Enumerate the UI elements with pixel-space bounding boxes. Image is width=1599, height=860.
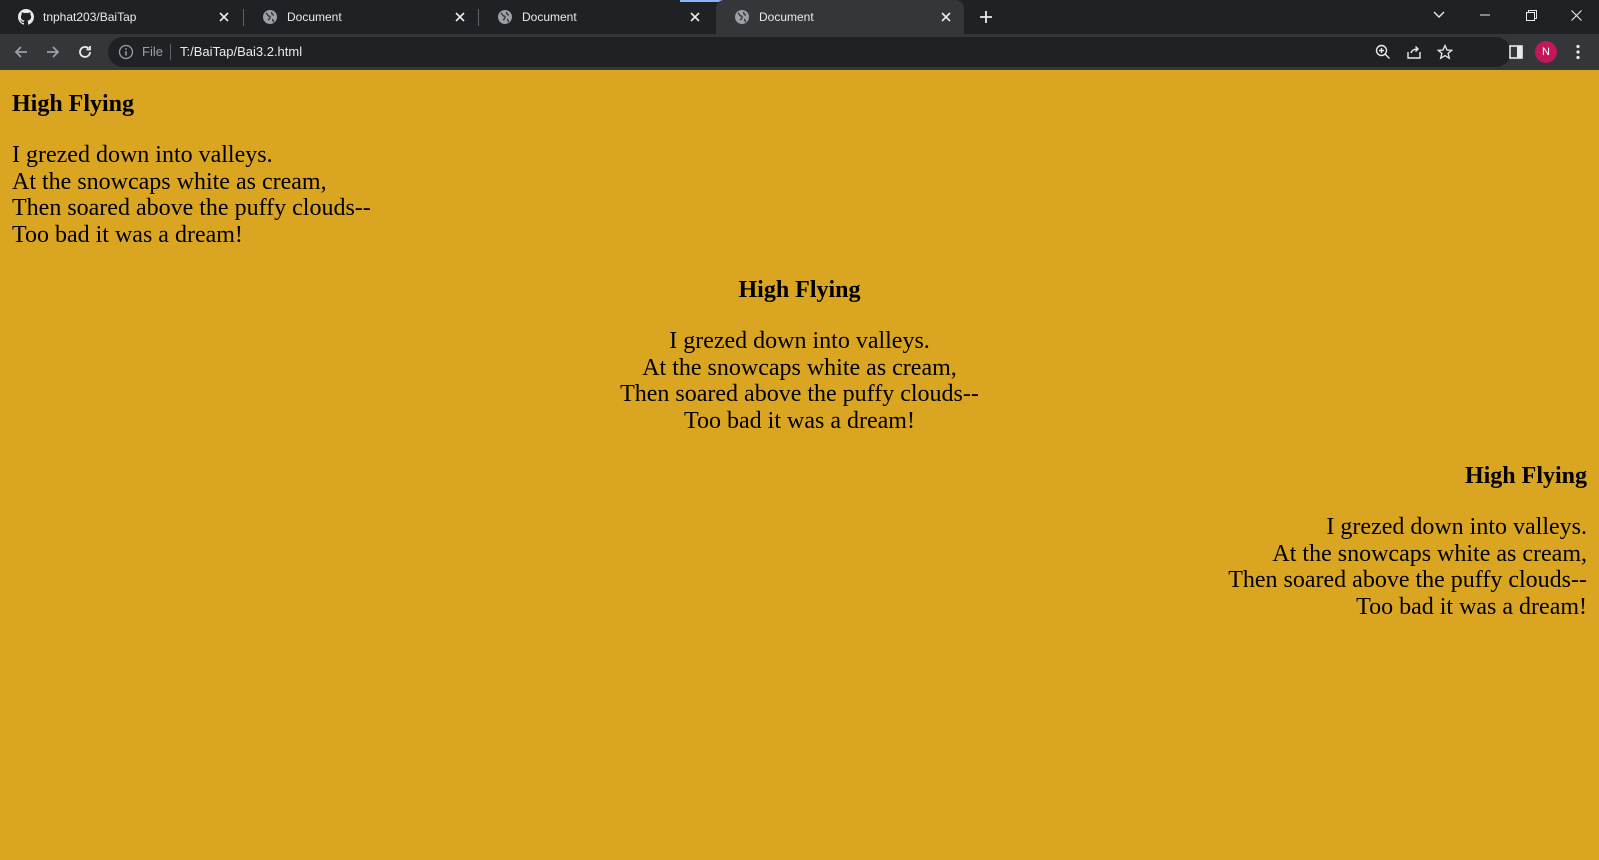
divider: [170, 44, 171, 60]
close-window-icon[interactable]: [1553, 0, 1599, 30]
tab-github[interactable]: tnphat203/BaiTap: [0, 0, 242, 34]
reload-icon[interactable]: [75, 42, 95, 62]
tab-document-2[interactable]: Document: [479, 0, 713, 34]
poem-title: High Flying: [12, 91, 135, 117]
globe-icon: [262, 9, 278, 25]
more-menu-icon[interactable]: [1568, 42, 1588, 62]
browser-toolbar: File T:/BaiTap/Bai3.2.html N: [0, 34, 1599, 70]
poem-title: High Flying: [738, 277, 861, 303]
poem-line: I grezed down into valleys.: [1326, 514, 1587, 540]
poem-lines: I grezed down into valleys. At the snowc…: [12, 142, 1587, 248]
globe-icon: [734, 9, 750, 25]
poem-line: Too bad it was a dream!: [12, 221, 243, 248]
back-arrow-icon[interactable]: [11, 42, 31, 62]
page-content: High Flying I grezed down into valleys. …: [0, 70, 1599, 860]
poem-line: I grezed down into valleys.: [669, 328, 930, 354]
globe-icon: [497, 9, 513, 25]
url-text[interactable]: T:/BaiTap/Bai3.2.html: [180, 44, 302, 59]
new-tab-plus-icon[interactable]: [976, 7, 996, 27]
poem-title: High Flying: [1464, 463, 1587, 489]
poem-left: High Flying I grezed down into valleys. …: [12, 90, 1587, 248]
poem-line: I grezed down into valleys.: [12, 142, 273, 168]
close-icon[interactable]: [687, 9, 703, 25]
poem-line: Too bad it was a dream!: [684, 407, 915, 434]
share-icon[interactable]: [1405, 43, 1423, 61]
tab-title: Document: [287, 10, 342, 24]
poem-line: Then soared above the puffy clouds--: [620, 381, 979, 408]
close-icon[interactable]: [452, 9, 468, 25]
github-icon: [18, 9, 34, 25]
tab-title: tnphat203/BaiTap: [43, 10, 137, 24]
poem-lines: I grezed down into valleys. At the snowc…: [12, 328, 1587, 434]
tab-title: Document: [759, 10, 814, 24]
profile-avatar[interactable]: N: [1535, 41, 1557, 63]
poem-lines: I grezed down into valleys. At the snowc…: [12, 514, 1587, 620]
tab-document-1[interactable]: Document: [244, 0, 478, 34]
close-icon[interactable]: [216, 9, 232, 25]
zoom-icon[interactable]: [1374, 43, 1392, 61]
poem-center: High Flying I grezed down into valleys. …: [12, 276, 1587, 434]
poem-line: At the snowcaps white as cream,: [1272, 540, 1587, 567]
address-bar[interactable]: File T:/BaiTap/Bai3.2.html: [108, 37, 1511, 67]
bookmark-star-icon[interactable]: [1436, 43, 1454, 61]
close-icon[interactable]: [938, 9, 954, 25]
poem-line: At the snowcaps white as cream,: [642, 354, 957, 381]
poem-line: At the snowcaps white as cream,: [12, 168, 327, 195]
tab-title: Document: [522, 10, 577, 24]
forward-arrow-icon[interactable]: [43, 42, 63, 62]
tab-document-active[interactable]: Document: [716, 0, 964, 34]
poem-line: Then soared above the puffy clouds--: [12, 195, 371, 222]
poem-right: High Flying I grezed down into valleys. …: [12, 462, 1587, 620]
side-panel-icon[interactable]: [1506, 42, 1526, 62]
poem-line: Then soared above the puffy clouds--: [1228, 567, 1587, 594]
restore-icon[interactable]: [1508, 0, 1554, 30]
tab-strip: tnphat203/BaiTap Document Document Docum…: [0, 0, 1599, 34]
poem-line: Too bad it was a dream!: [1356, 593, 1587, 620]
minimize-icon[interactable]: [1462, 0, 1508, 30]
scheme-label: File: [142, 44, 163, 59]
info-icon[interactable]: [118, 44, 134, 60]
tab-search-chevron-down-icon[interactable]: [1416, 0, 1462, 30]
